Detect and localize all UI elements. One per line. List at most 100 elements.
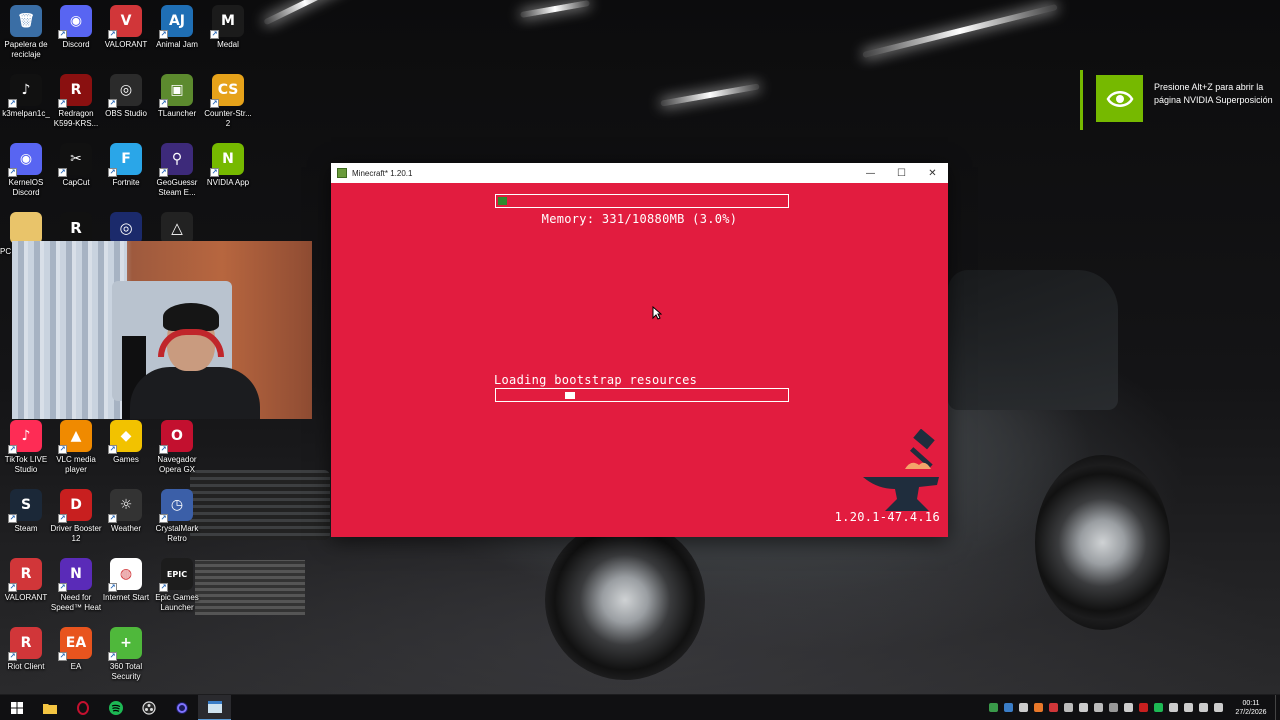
close-button[interactable]: ✕ (917, 163, 948, 183)
tray-app-icon[interactable] (1079, 703, 1088, 712)
desktop-icon[interactable]: F ↗ Fortnite (100, 143, 152, 188)
app-glyph: ◷ (170, 497, 184, 513)
tray-app-icon[interactable] (1049, 703, 1058, 712)
desktop-icon-label: VLC media player (56, 455, 96, 474)
tray-app-icon[interactable] (1004, 703, 1013, 712)
app-icon: ◷ ↗ (159, 489, 193, 523)
app-glyph: ☼ (119, 497, 133, 513)
shortcut-arrow-icon: ↗ (210, 168, 219, 177)
tray-app-icon[interactable] (1109, 703, 1118, 712)
app-glyph: F (121, 151, 131, 167)
app-icon: ◎ (110, 212, 142, 244)
desktop-icon[interactable]: O ↗ Navegador Opera GX (151, 420, 203, 475)
desktop-icon[interactable]: ♪ ↗ TikTok LIVE Studio (0, 420, 52, 475)
desktop-icon[interactable]: ◉ ↗ KernelOS Discord (0, 143, 52, 198)
tray-app-icon[interactable] (1184, 703, 1193, 712)
app-icon: N ↗ (210, 143, 244, 177)
app-icon: △ (161, 212, 193, 244)
tray-app-icon[interactable] (1094, 703, 1103, 712)
loading-progress-bar (495, 388, 789, 402)
app-glyph: + (120, 635, 132, 651)
maximize-button[interactable]: ☐ (886, 163, 917, 183)
window-title: Minecraft* 1.20.1 (352, 168, 413, 178)
desktop-icon[interactable]: V ↗ VALORANT (100, 5, 152, 50)
tray-app-icon[interactable] (1064, 703, 1073, 712)
app-glyph: N (70, 566, 82, 582)
desktop-icon[interactable]: R ↗ Riot Client (0, 627, 52, 672)
shortcut-arrow-icon: ↗ (8, 168, 17, 177)
ceiling-light (520, 0, 590, 19)
desktop-icon[interactable]: ▲ ↗ VLC media player (50, 420, 102, 475)
desktop-icon[interactable]: EPIC ↗ Epic Games Launcher (151, 558, 203, 613)
taskbar-app-purple[interactable] (165, 695, 198, 720)
nvidia-overlay-notification: Presione Alt+Z para abrir la página NVID… (1080, 70, 1280, 130)
opera-gx-icon (76, 700, 89, 715)
taskbar-minecraft[interactable] (198, 694, 231, 720)
taskbar-clock[interactable]: 00:11 27/2/2026 (1230, 699, 1272, 717)
tray-app-icon[interactable] (989, 703, 998, 712)
taskbar-spotify[interactable] (99, 695, 132, 720)
desktop-icon[interactable]: ♪ ↗ k3melpan1c_ (0, 74, 52, 119)
desktop-icon[interactable]: AJ ↗ Animal Jam (151, 5, 203, 50)
desktop-icon[interactable]: ▣ ↗ TLauncher (151, 74, 203, 119)
webcam-person-hair (163, 303, 219, 331)
app-glyph: O (171, 428, 183, 444)
desktop-icon[interactable]: ◆ ↗ Games (100, 420, 152, 465)
tray-app-icon[interactable] (1199, 703, 1208, 712)
app-glyph: R (70, 219, 82, 237)
taskbar-obs[interactable] (132, 695, 165, 720)
desktop-icon-label: Discord (62, 40, 90, 49)
desktop-icon[interactable]: ✂ ↗ CapCut (50, 143, 102, 188)
app-icon: F ↗ (108, 143, 142, 177)
desktop-icon[interactable]: R ↗ VALORANT (0, 558, 52, 603)
app-icon: EA ↗ (58, 627, 92, 661)
tray-app-icon[interactable] (1169, 703, 1178, 712)
shortcut-arrow-icon: ↗ (58, 168, 67, 177)
desktop-icon[interactable]: CS ↗ Counter-Str... 2 (202, 74, 254, 129)
car-wheel (545, 520, 705, 680)
spotify-icon (108, 700, 123, 715)
tray-app-icon[interactable] (1019, 703, 1028, 712)
app-glyph: ✂ (70, 151, 82, 167)
desktop-icon[interactable]: ☼ ↗ Weather (100, 489, 152, 534)
app-icon: ☼ ↗ (108, 489, 142, 523)
start-button[interactable] (0, 695, 33, 720)
tray-app-icon[interactable] (1214, 703, 1223, 712)
app-icon: AJ ↗ (159, 5, 193, 39)
desktop-icon[interactable]: ◷ ↗ CrystalMark Retro (151, 489, 203, 544)
app-glyph: ♪ (21, 428, 31, 444)
app-icon: D ↗ (58, 489, 92, 523)
shortcut-arrow-icon: ↗ (159, 583, 168, 592)
desktop-icon[interactable]: ◉ ↗ Discord (50, 5, 102, 50)
desktop-icon-label: OBS Studio (105, 109, 147, 118)
app-glyph: ▲ (70, 428, 82, 444)
desktop-icon[interactable]: R ↗ Redragon K599-KRS... (50, 74, 102, 129)
desktop-icon-label: Epic Games Launcher (155, 593, 199, 612)
desktop-icon[interactable]: N ↗ NVIDIA App (202, 143, 254, 188)
minimize-button[interactable]: — (855, 163, 886, 183)
app-icon: ◉ ↗ (58, 5, 92, 39)
tray-app-icon[interactable] (1034, 703, 1043, 712)
desktop-icon[interactable]: ◎ ↗ OBS Studio (100, 74, 152, 119)
desktop-icon[interactable]: ◍ ↗ Internet Start (100, 558, 152, 603)
desktop-icon[interactable]: S ↗ Steam (0, 489, 52, 534)
desktop-icon[interactable]: D ↗ Driver Booster 12 (50, 489, 102, 544)
desktop-icon[interactable]: M ↗ Medal (202, 5, 254, 50)
tray-app-icon[interactable] (1124, 703, 1133, 712)
desktop-icon-label: Driver Booster 12 (50, 524, 102, 543)
show-desktop-button[interactable] (1275, 694, 1280, 720)
taskbar-file-explorer[interactable] (33, 695, 66, 720)
window-titlebar[interactable]: Minecraft* 1.20.1 — ☐ ✕ (331, 163, 948, 183)
desktop-icon[interactable]: ⚲ ↗ GeoGuessr Steam E... (151, 143, 203, 198)
app-glyph: M (221, 13, 235, 29)
desktop-icon[interactable]: 🗑 Papelera de reciclaje (0, 5, 52, 60)
app-icon: ✂ ↗ (58, 143, 92, 177)
tray-app-icon[interactable] (1139, 703, 1148, 712)
desktop-icon[interactable]: N ↗ Need for Speed™ Heat (50, 558, 102, 613)
shortcut-arrow-icon: ↗ (108, 652, 117, 661)
minecraft-window[interactable]: Minecraft* 1.20.1 — ☐ ✕ Memory: 331/1088… (331, 163, 948, 537)
desktop-icon[interactable]: EA ↗ EA (50, 627, 102, 672)
taskbar-opera-gx[interactable] (66, 695, 99, 720)
desktop-icon[interactable]: + ↗ 360 Total Security (100, 627, 152, 682)
tray-app-icon[interactable] (1154, 703, 1163, 712)
